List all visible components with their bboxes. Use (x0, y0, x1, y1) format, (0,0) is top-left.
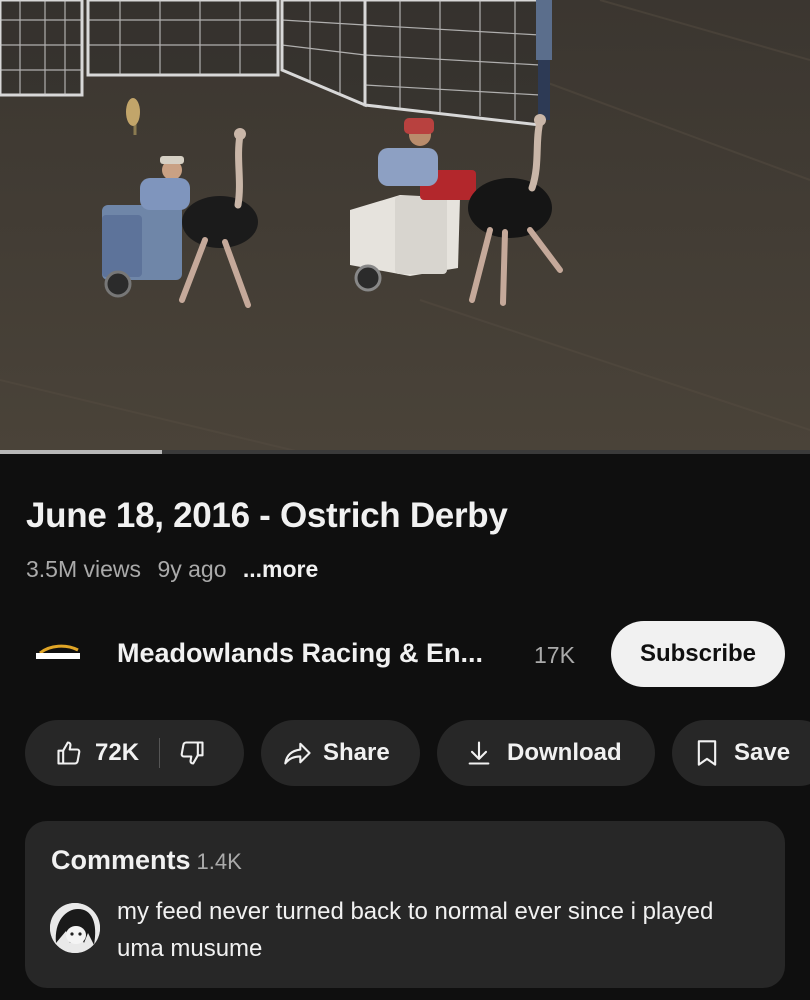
subscribe-button[interactable]: Subscribe (611, 621, 785, 687)
share-label: Share (323, 739, 390, 766)
save-label: Save (734, 739, 791, 766)
action-bar: 72K Share Download Save (0, 720, 810, 786)
thumbs-down-icon[interactable] (178, 739, 206, 767)
share-button[interactable]: Share (261, 720, 420, 786)
comments-card[interactable]: Comments 1.4K my feed never turned back t… (25, 821, 785, 988)
video-meta: 3.5M views 9y ago ...more (26, 556, 328, 583)
comments-title: Comments (51, 845, 191, 875)
like-dislike-divider (159, 738, 161, 768)
channel-logo[interactable] (34, 642, 82, 666)
thumbs-up-icon[interactable] (55, 739, 83, 767)
download-button[interactable]: Download (437, 720, 655, 786)
video-progress-fill (0, 450, 162, 454)
like-count[interactable]: 72K (95, 739, 139, 767)
video-progress-bar[interactable] (0, 450, 810, 454)
commenter-avatar[interactable] (50, 903, 100, 953)
more-link[interactable]: ...more (243, 556, 318, 582)
comments-count: 1.4K (196, 849, 242, 874)
save-button[interactable]: Save (672, 720, 810, 786)
video-title: June 18, 2016 - Ostrich Derby (26, 496, 508, 535)
video-player[interactable] (0, 0, 810, 452)
view-count: 3.5M views (26, 556, 142, 582)
download-label: Download (507, 739, 622, 766)
upload-age: 9y ago (157, 556, 227, 582)
like-dislike-group: 72K (25, 720, 244, 786)
channel-name[interactable]: Meadowlands Racing & En... (117, 638, 483, 669)
bookmark-icon (694, 739, 720, 767)
top-comment-text: my feed never turned back to normal ever… (117, 898, 714, 962)
share-arrow-icon (283, 739, 313, 767)
download-icon (465, 739, 493, 767)
comments-heading: Comments 1.4K (51, 845, 242, 876)
video-frame-ostrich-race (0, 0, 810, 452)
channel-row: Meadowlands Racing & En... 17K Subscribe (0, 620, 810, 688)
subscriber-count: 17K (534, 642, 575, 668)
